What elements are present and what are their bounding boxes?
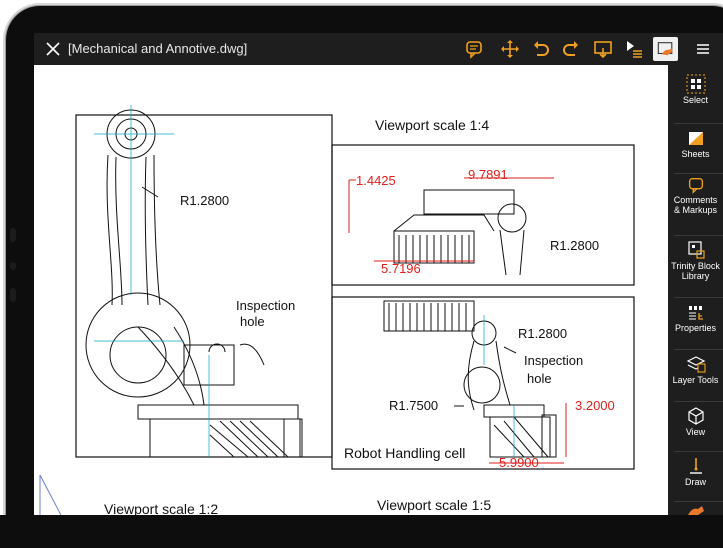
- sidebar-divider: [674, 235, 723, 236]
- markup-hand-icon[interactable]: [686, 505, 706, 515]
- move-icon[interactable]: [500, 39, 520, 59]
- app-screen: [Mechanical and Annotive.dwg] Viewport s…: [34, 33, 723, 515]
- menu-icon[interactable]: [693, 39, 713, 59]
- sidebar-label-select: Select: [682, 95, 708, 105]
- markup-tool-active[interactable]: [653, 37, 678, 61]
- sidebar-divider: [674, 451, 723, 452]
- dim-9-7891: 9.7891: [468, 167, 508, 182]
- sidebar-item-layer-tools[interactable]: Layer Tools: [668, 353, 723, 403]
- comment-icon[interactable]: [464, 39, 484, 59]
- sidebar-label-comments: Comments & Markups: [673, 195, 718, 215]
- sidebar-label-block-library: Trinity Block Library: [671, 261, 720, 281]
- left-radius-leader: [141, 186, 159, 198]
- sidebar-divider: [674, 123, 723, 124]
- left-radius-label: R1.2800: [180, 193, 230, 208]
- screen-share-icon[interactable]: [593, 39, 613, 59]
- left-centerlines: [94, 105, 210, 457]
- sidebar-divider: [674, 297, 723, 298]
- dim-1-4425: 1.4425: [356, 173, 396, 188]
- layers-play-icon[interactable]: [624, 39, 644, 59]
- sidebar-item-draw[interactable]: Draw: [668, 455, 723, 505]
- block-library-icon: [687, 241, 705, 259]
- sidebar-label-view: View: [685, 427, 706, 437]
- ucs-axis-icon: [39, 474, 62, 515]
- markup-hand-icon: [657, 42, 673, 56]
- robot-handling-cell-caption: Robot Handling cell: [344, 445, 466, 461]
- left-robot-arm: [85, 109, 303, 458]
- sidebar-item-view[interactable]: View: [668, 405, 723, 455]
- bottom-right-centerlines: [483, 315, 515, 457]
- side-button: [10, 288, 16, 302]
- left-inspection-label: Inspection: [236, 298, 296, 313]
- bottom-right-viewport-frame: [331, 296, 635, 470]
- top-toolbar: [Mechanical and Annotive.dwg]: [34, 33, 723, 65]
- left-viewport-frame: [75, 114, 333, 458]
- sidebar-item-select[interactable]: Select: [668, 73, 723, 123]
- redo-icon[interactable]: [561, 39, 581, 59]
- bottom-right-inspection-label: Inspection: [524, 353, 584, 368]
- layers-icon: [686, 356, 706, 373]
- sidebar-divider: [674, 349, 723, 350]
- bottom-right-radius-a-label: R1.2800: [518, 326, 568, 341]
- sidebar-item-block-library[interactable]: Trinity Block Library: [668, 239, 723, 289]
- properties-icon: [688, 306, 703, 320]
- sidebar-item-sheets[interactable]: Sheets: [668, 127, 723, 177]
- viewport-scale-1-5-label: Viewport scale 1:5: [377, 497, 492, 513]
- cube-icon: [687, 407, 704, 425]
- sidebar-divider: [674, 173, 723, 174]
- viewport-scale-1-2-label: Viewport scale 1:2: [104, 501, 219, 515]
- sidebar-label-sheets: Sheets: [681, 149, 710, 159]
- right-sidebar: Select Sheets Comments & Markups Trinity…: [668, 65, 723, 515]
- comment-icon: [688, 177, 703, 194]
- viewport-scale-1-4-label: Viewport scale 1:4: [375, 117, 490, 133]
- dim-5-9900: 5.9900: [499, 455, 539, 470]
- bottom-right-hole-label: hole: [527, 371, 552, 386]
- sheets-icon: [688, 132, 703, 145]
- sensor-dot: [10, 262, 16, 270]
- sidebar-divider: [674, 401, 723, 402]
- sidebar-divider: [674, 501, 723, 502]
- device-bottom-bezel: [0, 515, 723, 548]
- close-icon[interactable]: [44, 40, 62, 58]
- sidebar-label-properties: Properties: [674, 323, 717, 333]
- left-hole-label: hole: [240, 314, 265, 329]
- sidebar-item-comments-markups[interactable]: Comments & Markups: [668, 175, 723, 225]
- camera-dot: [10, 228, 16, 242]
- sidebar-label-layer-tools: Layer Tools: [672, 375, 719, 385]
- bottom-right-radius-b-label: R1.7500: [389, 398, 439, 413]
- undo-icon[interactable]: [531, 39, 551, 59]
- drawing-canvas[interactable]: Viewport scale 1:4 Viewport scale 1:2 Vi…: [34, 65, 668, 515]
- draw-pen-icon: [689, 458, 702, 474]
- file-title: [Mechanical and Annotive.dwg]: [68, 41, 248, 56]
- dim-5-7196: 5.7196: [381, 261, 421, 276]
- sidebar-item-properties[interactable]: Properties: [668, 301, 723, 351]
- bottom-right-leaders: [454, 346, 517, 407]
- top-right-radius-label: R1.2800: [550, 238, 600, 253]
- dim-3-2000: 3.2000: [575, 398, 615, 413]
- select-grid-icon: [686, 74, 705, 94]
- sidebar-label-draw: Draw: [684, 477, 706, 487]
- tablet-device: [Mechanical and Annotive.dwg] Viewport s…: [0, 0, 723, 548]
